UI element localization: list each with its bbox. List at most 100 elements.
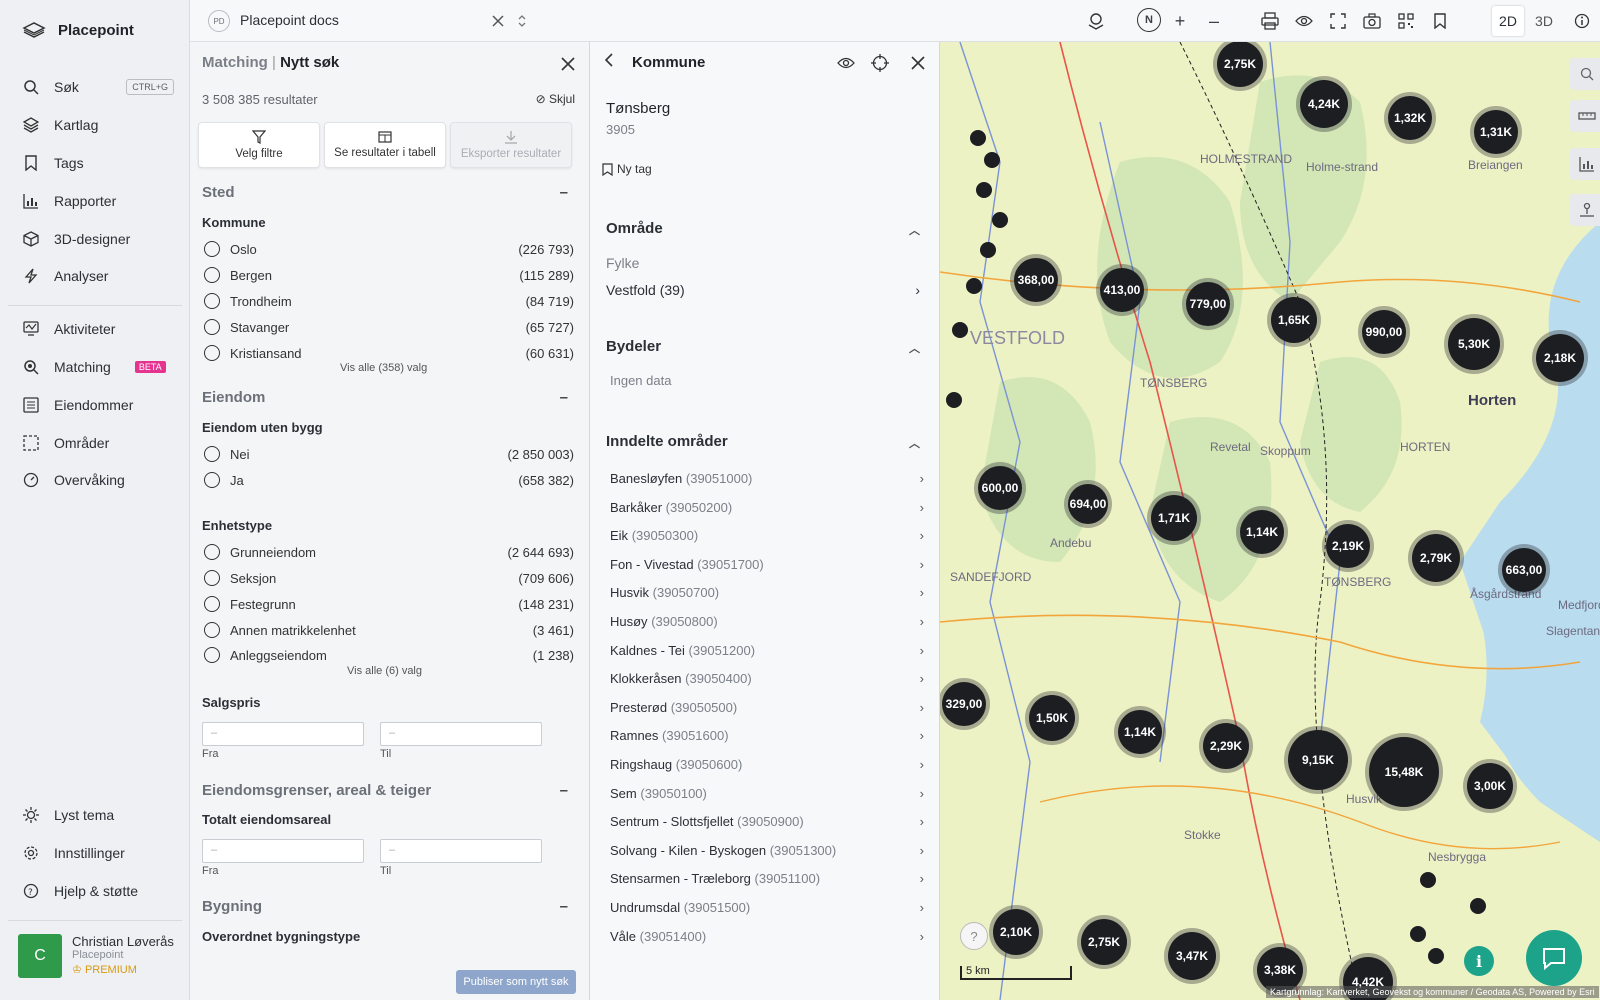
cluster-marker[interactable]: 2,29K <box>1203 723 1249 769</box>
view-2d-toggle[interactable]: 2D <box>1492 6 1524 36</box>
property-marker[interactable] <box>1470 898 1486 914</box>
choose-filters-button[interactable]: Velg filtre <box>198 122 320 168</box>
radio-option[interactable]: Oslo (226 793) <box>204 241 574 257</box>
cluster-marker[interactable]: 2,75K <box>1217 42 1263 87</box>
cluster-marker[interactable]: 329,00 <box>942 682 986 726</box>
area-list-item[interactable]: Sem (39050100) › <box>610 786 924 801</box>
cluster-marker[interactable]: 694,00 <box>1068 484 1108 524</box>
cluster-marker[interactable]: 413,00 <box>1100 268 1144 312</box>
sidebar-item-matching[interactable]: Matching BETA <box>22 358 174 376</box>
radio-icon[interactable] <box>204 622 220 638</box>
back-chevron-icon[interactable] <box>604 52 614 73</box>
sidebar-item-3d-designer[interactable]: 3D-designer <box>22 230 174 248</box>
close-icon[interactable] <box>488 11 508 31</box>
radio-option[interactable]: Anleggseiendom (1 238) <box>204 647 574 663</box>
section-inndelte[interactable]: Inndelte områder ︿ <box>606 433 926 450</box>
sidebar-item-tags[interactable]: Tags <box>22 154 174 172</box>
area-list-item[interactable]: Ringshaug (39050600) › <box>610 757 924 772</box>
table-view-button[interactable]: Se resultater i tabell <box>324 122 446 168</box>
radio-icon[interactable] <box>204 446 220 462</box>
sidebar-item-aktiviteter[interactable]: Aktiviteter <box>22 320 174 338</box>
measure-icon[interactable] <box>1570 100 1600 132</box>
area-list-item[interactable]: Solvang - Kilen - Byskogen (39051300) › <box>610 843 924 858</box>
section-bygning[interactable]: Bygning – <box>202 898 574 915</box>
property-marker[interactable] <box>1410 926 1426 942</box>
section-sted[interactable]: Sted – <box>202 184 574 201</box>
user-profile[interactable]: C Christian Løverås Placepoint ♔ PREMIUM <box>18 934 174 978</box>
cluster-marker[interactable]: 1,14K <box>1240 510 1284 554</box>
sidebar-item-overvaking[interactable]: Overvåking <box>22 471 174 489</box>
map-info-button[interactable]: i <box>1464 946 1494 976</box>
radio-option[interactable]: Annen matrikkelenhet (3 461) <box>204 622 574 638</box>
show-all-link[interactable]: Vis alle (6) valg <box>347 665 422 677</box>
cluster-marker[interactable]: 990,00 <box>1362 310 1406 354</box>
info-circle-icon[interactable] <box>1572 11 1592 31</box>
cluster-marker[interactable]: 663,00 <box>1502 548 1546 592</box>
zoom-in-icon[interactable]: + <box>1170 11 1190 31</box>
property-marker[interactable] <box>970 130 986 146</box>
sidebar-item-eiendommer[interactable]: Eiendommer <box>22 396 174 414</box>
radio-icon[interactable] <box>204 293 220 309</box>
sidebar-item-help[interactable]: ? Hjelp & støtte <box>22 882 174 900</box>
brand[interactable]: Placepoint <box>22 20 134 40</box>
area-list-item[interactable]: Husvik (39050700) › <box>610 585 924 600</box>
radio-icon[interactable] <box>204 345 220 361</box>
cluster-marker[interactable]: 1,50K <box>1029 695 1075 741</box>
compass-icon[interactable]: N <box>1137 8 1161 32</box>
cluster-marker[interactable]: 600,00 <box>978 466 1022 510</box>
cluster-marker[interactable]: 2,18K <box>1536 334 1584 382</box>
radio-option[interactable]: Nei (2 850 003) <box>204 446 574 462</box>
sidebar-item-settings[interactable]: Innstillinger <box>22 844 174 862</box>
map-help-button[interactable]: ? <box>960 922 988 950</box>
close-icon[interactable] <box>908 53 928 73</box>
area-list-item[interactable]: Presterød (39050500) › <box>610 700 924 715</box>
price-to-input[interactable]: – <box>380 722 542 746</box>
bookmark-icon[interactable] <box>1430 11 1450 31</box>
cluster-marker[interactable]: 3,47K <box>1168 932 1216 980</box>
sidebar-item-analyser[interactable]: Analyser <box>22 267 174 285</box>
radio-option[interactable]: Stavanger (65 727) <box>204 319 574 335</box>
radio-option[interactable]: Festegrunn (148 231) <box>204 596 574 612</box>
cluster-marker[interactable]: 15,48K <box>1369 737 1439 807</box>
radio-option[interactable]: Bergen (115 289) <box>204 267 574 283</box>
area-list-item[interactable]: Barkåker (39050200) › <box>610 500 924 515</box>
area-list-item[interactable]: Våle (39051400) › <box>610 929 924 944</box>
fylke-row[interactable]: Vestfold (39) › <box>606 282 926 298</box>
street-view-icon[interactable] <box>1570 194 1600 226</box>
cluster-marker[interactable]: 2,79K <box>1412 534 1460 582</box>
sidebar-item-kartlag[interactable]: Kartlag <box>22 116 174 134</box>
cluster-marker[interactable]: 1,32K <box>1388 96 1432 140</box>
collapse-icon[interactable]: – <box>560 184 568 201</box>
cluster-marker[interactable]: 2,19K <box>1326 524 1370 568</box>
property-marker[interactable] <box>952 322 968 338</box>
chevron-up-icon[interactable]: ︿ <box>909 222 920 238</box>
area-list-item[interactable]: Husøy (39050800) › <box>610 614 924 629</box>
radio-icon[interactable] <box>204 596 220 612</box>
radio-icon[interactable] <box>204 570 220 586</box>
cluster-marker[interactable]: 368,00 <box>1014 258 1058 302</box>
radio-option[interactable]: Grunneiendom (2 644 693) <box>204 544 574 560</box>
map-canvas[interactable]: HOLMESTRAND Holme-strand Breiangen VESTFOLD… <box>940 42 1600 1000</box>
section-omrade[interactable]: Område ︿ <box>606 220 926 237</box>
radio-icon[interactable] <box>204 241 220 257</box>
property-marker[interactable] <box>992 212 1008 228</box>
radio-icon[interactable] <box>204 319 220 335</box>
area-list-item[interactable]: Sentrum - Slottsfjellet (39050900) › <box>610 814 924 829</box>
radio-icon[interactable] <box>204 544 220 560</box>
chevron-up-icon[interactable]: ︿ <box>909 435 920 451</box>
document-title[interactable]: Placepoint docs <box>240 12 339 28</box>
zoom-out-icon[interactable]: – <box>1204 11 1224 31</box>
cluster-marker[interactable]: 1,31K <box>1474 110 1518 154</box>
property-marker[interactable] <box>980 242 996 258</box>
cluster-marker[interactable]: 2,75K <box>1081 919 1127 965</box>
cluster-marker[interactable]: 9,15K <box>1288 730 1348 790</box>
chevron-up-icon[interactable]: ︿ <box>909 340 920 356</box>
property-marker[interactable] <box>966 278 982 294</box>
property-marker[interactable] <box>984 152 1000 168</box>
area-list-item[interactable]: Klokkeråsen (39050400) › <box>610 671 924 686</box>
cluster-marker[interactable]: 1,71K <box>1151 495 1197 541</box>
cluster-marker[interactable]: 5,30K <box>1448 318 1500 370</box>
cluster-marker[interactable]: 779,00 <box>1186 282 1230 326</box>
eye-icon[interactable] <box>836 53 856 73</box>
view-3d-toggle[interactable]: 3D <box>1528 6 1560 36</box>
